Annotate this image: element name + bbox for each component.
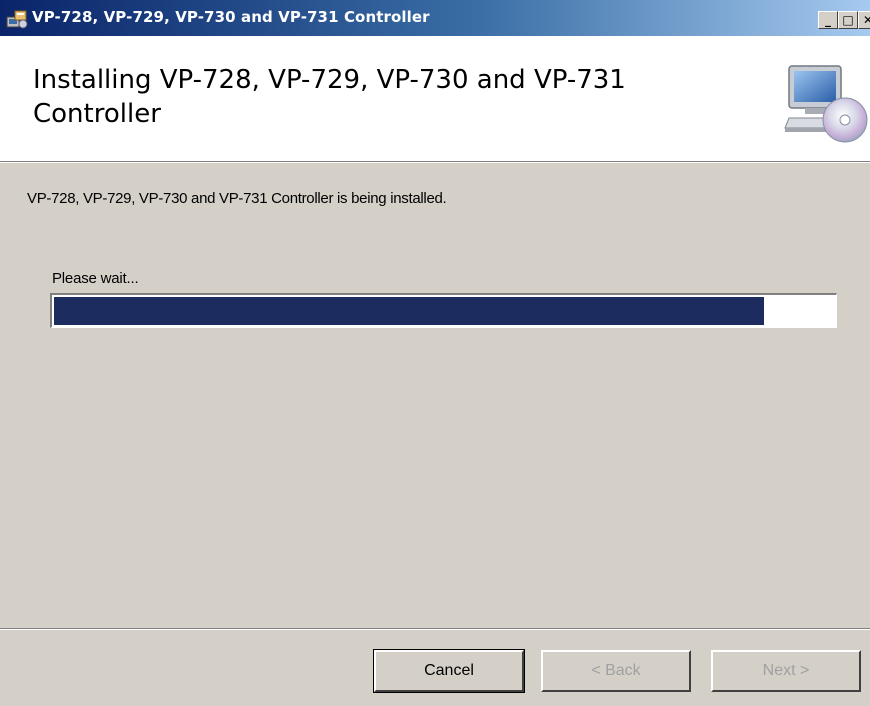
wait-label: Please wait... (52, 270, 139, 287)
installer-icon (6, 10, 28, 29)
close-button[interactable]: ✕ (858, 11, 870, 29)
window-title: VP-728, VP-729, VP-730 and VP-731 Contro… (32, 8, 430, 26)
progress-fill (54, 297, 764, 325)
back-button[interactable]: < Back (541, 650, 691, 692)
minimize-button[interactable]: _ (818, 11, 838, 29)
banner-separator-highlight (0, 162, 870, 163)
progress-bar (50, 293, 837, 328)
header-banner: Installing VP-728, VP-729, VP-730 and VP… (0, 36, 870, 161)
maximize-button[interactable]: □ (838, 11, 858, 29)
computer-cd-icon (784, 65, 868, 143)
installer-window: VP-728, VP-729, VP-730 and VP-731 Contro… (0, 0, 870, 706)
title-bar[interactable]: VP-728, VP-729, VP-730 and VP-731 Contro… (0, 0, 870, 36)
page-title: Installing VP-728, VP-729, VP-730 and VP… (33, 65, 626, 129)
status-text: VP-728, VP-729, VP-730 and VP-731 Contro… (27, 190, 447, 207)
footer-separator-highlight (0, 629, 870, 630)
cancel-button[interactable]: Cancel (373, 649, 525, 693)
next-button[interactable]: Next > (711, 650, 861, 692)
